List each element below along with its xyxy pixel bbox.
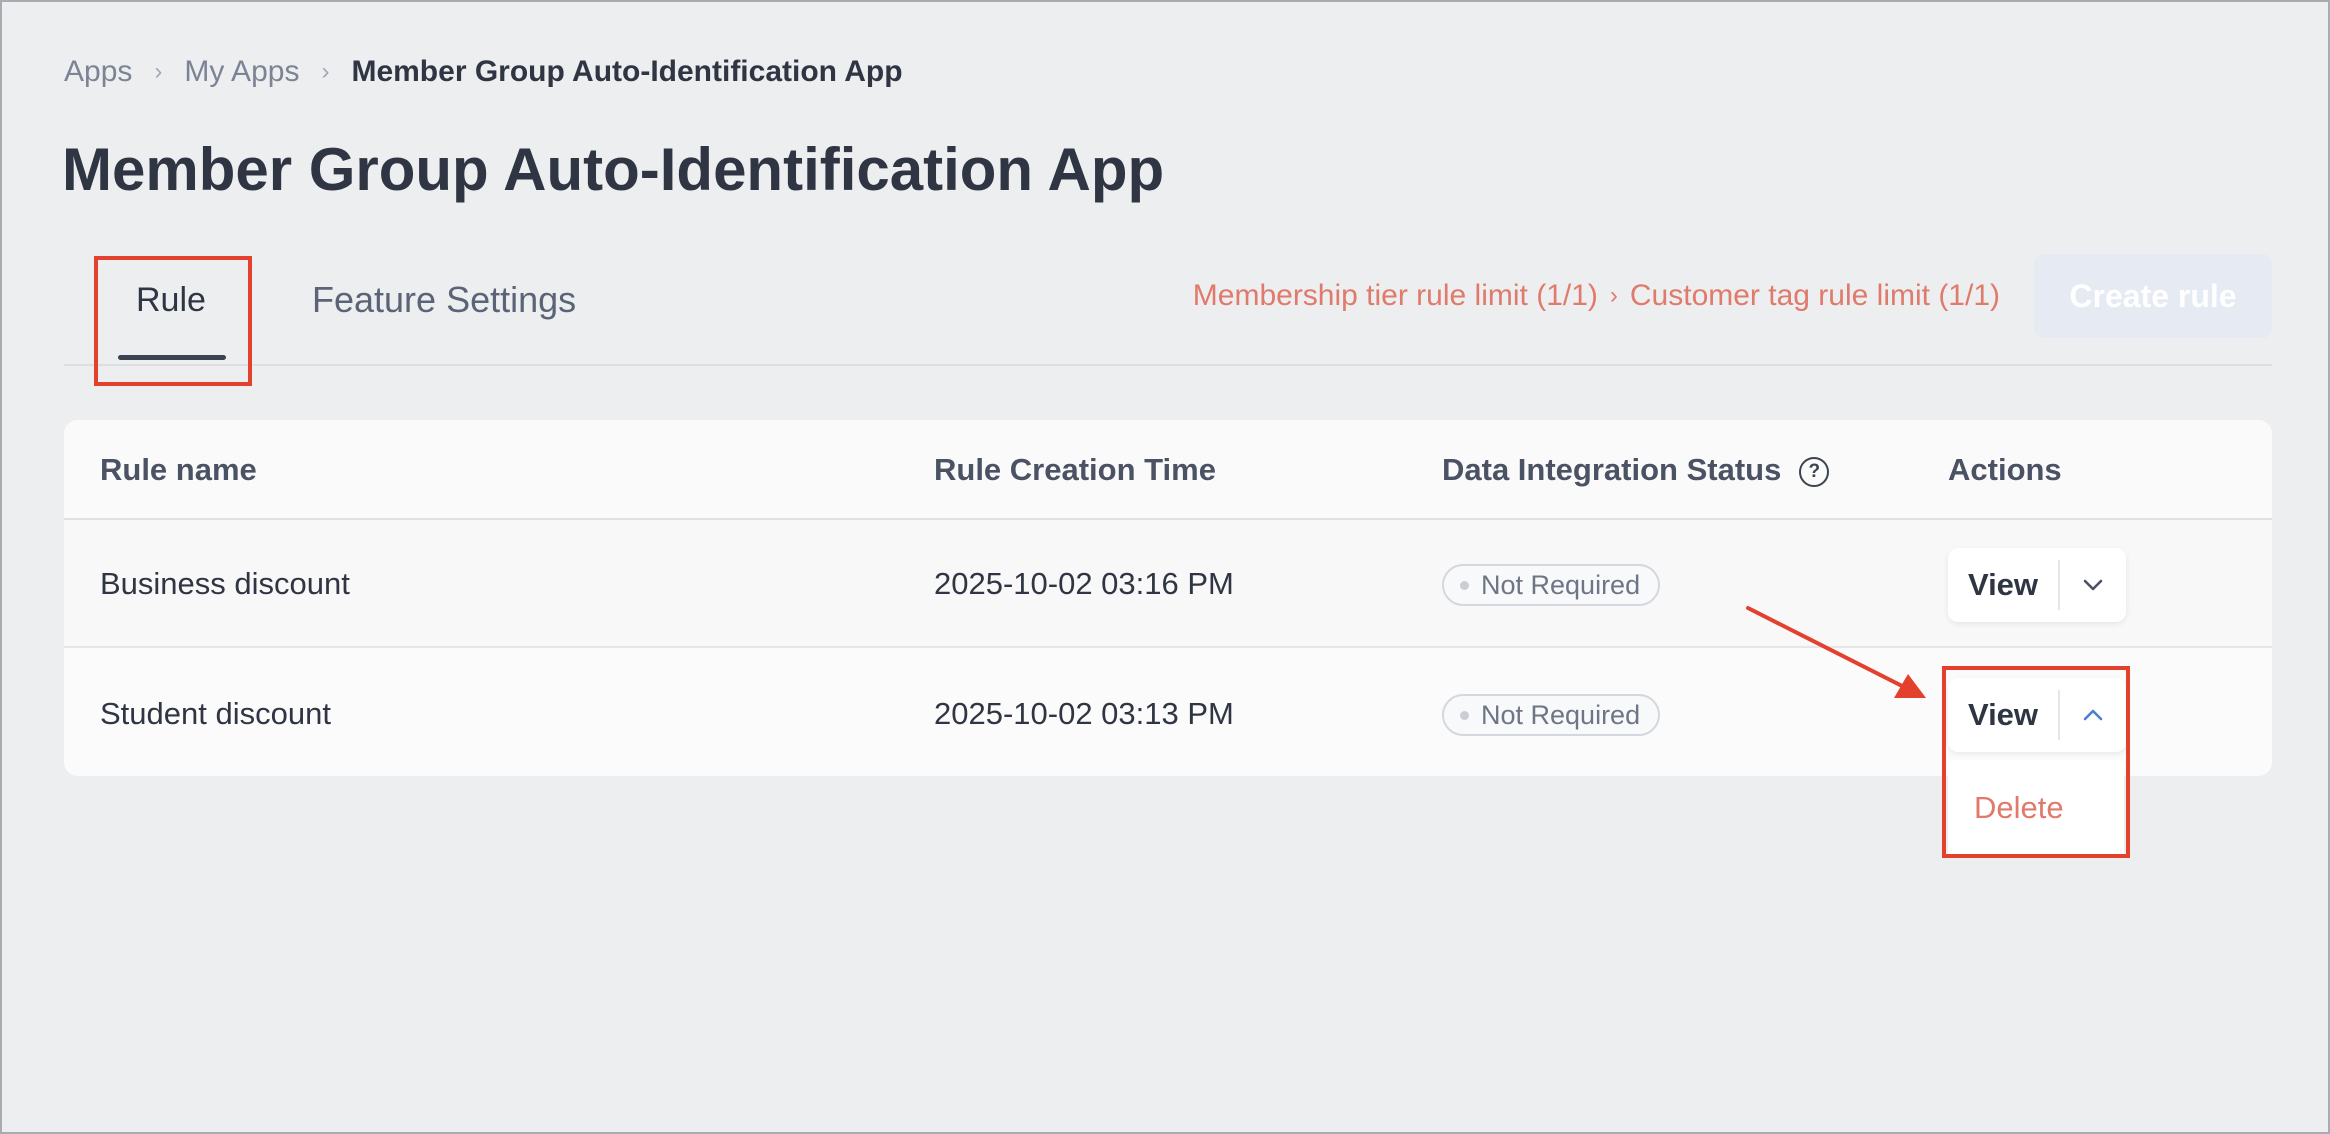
column-header-rule-name: Rule name — [100, 452, 257, 487]
status-badge: Not Required — [1442, 694, 1661, 736]
status-dot — [1460, 710, 1469, 720]
status-badge-label: Not Required — [1481, 699, 1641, 730]
rules-table: Rule name Rule Creation Time Data Integr… — [64, 420, 2272, 776]
status-badge-label: Not Required — [1481, 569, 1641, 600]
breadcrumb-my-apps[interactable]: My Apps — [184, 52, 299, 92]
creation-time-cell: 2025-10-02 03:13 PM — [934, 696, 1234, 731]
rule-name-cell: Student discount — [100, 696, 331, 731]
status-badge: Not Required — [1442, 564, 1661, 606]
annotation-box-actions — [1942, 666, 2130, 858]
chevron-right-icon: › — [154, 58, 163, 85]
actions-dropdown-toggle[interactable] — [2060, 548, 2126, 622]
page-title: Member Group Auto-Identification App — [62, 136, 1165, 203]
column-header-data-integration: Data Integration Status? — [1442, 448, 1830, 492]
question-circle-icon[interactable]: ? — [1799, 457, 1830, 487]
column-header-actions: Actions — [1948, 452, 2062, 487]
customer-tag-limit: Customer tag rule limit (1/1) — [1629, 279, 2000, 312]
view-split-button: View — [1948, 548, 2126, 622]
create-rule-button[interactable]: Create rule — [2034, 254, 2272, 338]
chevron-right-icon: › — [1609, 282, 1618, 309]
view-button[interactable]: View — [1948, 560, 2060, 610]
column-header-creation-time: Rule Creation Time — [934, 452, 1216, 487]
status-dot — [1460, 580, 1469, 590]
breadcrumb-current: Member Group Auto-Identification App — [351, 55, 903, 88]
column-header-data-integration-label: Data Integration Status — [1442, 452, 1782, 487]
breadcrumb: Apps › My Apps › Member Group Auto-Ident… — [64, 52, 903, 92]
rule-limits: Membership tier rule limit (1/1) › Custo… — [1193, 276, 2000, 316]
chevron-right-icon: › — [321, 58, 330, 85]
breadcrumb-apps[interactable]: Apps — [64, 52, 132, 92]
annotation-box-rule-tab — [94, 256, 252, 386]
chevron-down-icon — [2083, 579, 2103, 591]
creation-time-cell: 2025-10-02 03:16 PM — [934, 566, 1234, 601]
rule-name-cell: Business discount — [100, 566, 350, 601]
tab-feature-settings[interactable]: Feature Settings — [312, 276, 576, 324]
table-row: Business discount 2025-10-02 03:16 PM No… — [64, 520, 2272, 648]
membership-tier-limit: Membership tier rule limit (1/1) — [1192, 279, 1598, 312]
table-row: Student discount 2025-10-02 03:13 PM Not… — [64, 650, 2272, 776]
table-header: Rule name Rule Creation Time Data Integr… — [64, 420, 2272, 520]
